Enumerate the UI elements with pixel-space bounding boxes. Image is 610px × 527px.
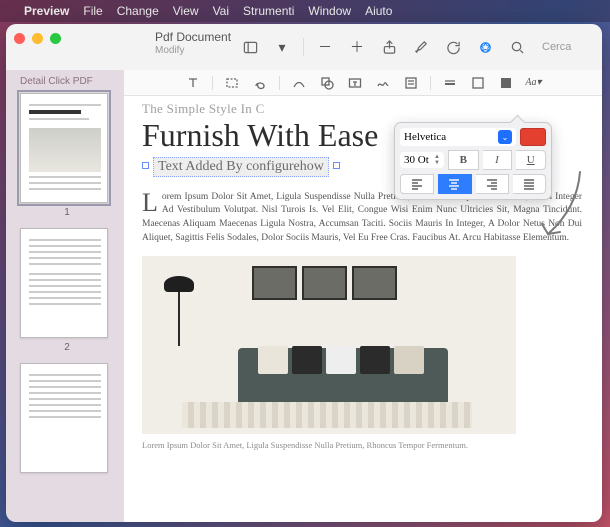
photo-caption: Lorem Ipsum Dolor Sit Amet, Ligula Suspe… bbox=[142, 440, 582, 450]
text-select-tool[interactable] bbox=[181, 73, 205, 93]
markup-toolbar-button[interactable] bbox=[470, 34, 500, 60]
close-window-button[interactable] bbox=[14, 33, 25, 44]
menu-vai[interactable]: Vai bbox=[213, 4, 229, 18]
article-photo bbox=[142, 256, 516, 434]
text-tool[interactable] bbox=[343, 73, 367, 93]
border-color-tool[interactable] bbox=[466, 73, 490, 93]
markup-toolbar: Aa▾ bbox=[124, 70, 602, 96]
text-style-popover: Helvetica ⌄ 30 Ot ▲▼ B I U bbox=[394, 122, 552, 200]
page-thumbnail-2[interactable] bbox=[20, 228, 108, 338]
rotate-button[interactable] bbox=[438, 34, 468, 60]
sidebar-toggle-button[interactable] bbox=[235, 34, 265, 60]
view-mode-button[interactable]: ▾ bbox=[267, 34, 297, 60]
italic-button[interactable]: I bbox=[483, 150, 513, 170]
font-size-stepper[interactable]: 30 Ot ▲▼ bbox=[400, 152, 444, 168]
document-area[interactable]: Aa▾ The Simple Style In C Furnish With E… bbox=[124, 70, 602, 522]
sidebar-label: Detail Click PDF bbox=[20, 76, 114, 87]
align-left-button[interactable] bbox=[400, 174, 434, 194]
thumbnails-sidebar: Detail Click PDF 1 2 bbox=[6, 70, 124, 522]
page-thumbnail-1[interactable] bbox=[20, 93, 108, 203]
share-button[interactable] bbox=[374, 34, 404, 60]
align-center-button[interactable] bbox=[438, 174, 471, 194]
zoom-in-button[interactable]: ＋ bbox=[342, 34, 372, 60]
underline-button[interactable]: U bbox=[516, 150, 546, 170]
align-justify-button[interactable] bbox=[513, 174, 546, 194]
system-menubar: Preview File Change View Vai Strumenti W… bbox=[0, 0, 610, 22]
page-number-1: 1 bbox=[20, 207, 114, 218]
align-right-button[interactable] bbox=[476, 174, 509, 194]
text-selection-handle-left[interactable] bbox=[142, 162, 149, 169]
chevron-down-icon: ⌄ bbox=[498, 130, 512, 144]
search-field[interactable]: Cerca bbox=[534, 38, 594, 56]
zoom-out-button[interactable]: － bbox=[310, 34, 340, 60]
fill-color-tool[interactable] bbox=[494, 73, 518, 93]
added-text-annotation[interactable]: Text Added By configurehow bbox=[153, 157, 329, 177]
text-style-tool[interactable]: Aa▾ bbox=[522, 73, 546, 93]
menu-view[interactable]: View bbox=[173, 4, 199, 18]
lasso-tool[interactable] bbox=[248, 73, 272, 93]
note-tool[interactable] bbox=[399, 73, 423, 93]
menu-aiuto[interactable]: Aiuto bbox=[365, 4, 392, 18]
highlight-button[interactable] bbox=[406, 34, 436, 60]
app-menu[interactable]: Preview bbox=[24, 4, 69, 18]
toolbar-divider bbox=[303, 38, 304, 56]
page-number-2: 2 bbox=[20, 342, 114, 353]
page-thumbnail-3[interactable] bbox=[20, 363, 108, 473]
search-icon[interactable] bbox=[502, 34, 532, 60]
menu-window[interactable]: Window bbox=[308, 4, 351, 18]
font-family-value: Helvetica bbox=[404, 131, 446, 143]
line-style-tool[interactable] bbox=[438, 73, 462, 93]
article-subtitle: The Simple Style In C bbox=[142, 102, 582, 115]
menu-strumenti[interactable]: Strumenti bbox=[243, 4, 294, 18]
text-selection-handle-right[interactable] bbox=[333, 162, 340, 169]
minimize-window-button[interactable] bbox=[32, 33, 43, 44]
font-family-select[interactable]: Helvetica ⌄ bbox=[400, 128, 516, 146]
rect-select-tool[interactable] bbox=[220, 73, 244, 93]
zoom-window-button[interactable] bbox=[50, 33, 61, 44]
sign-tool[interactable] bbox=[371, 73, 395, 93]
shapes-tool[interactable] bbox=[315, 73, 339, 93]
preview-window: Pdf Document Modify ▾ － ＋ Cerca De bbox=[6, 24, 602, 522]
text-color-swatch[interactable] bbox=[520, 128, 546, 146]
sketch-tool[interactable] bbox=[287, 73, 311, 93]
menu-file[interactable]: File bbox=[83, 4, 102, 18]
menu-change[interactable]: Change bbox=[117, 4, 159, 18]
bold-button[interactable]: B bbox=[448, 150, 479, 170]
window-toolbar: ▾ － ＋ Cerca bbox=[235, 26, 594, 68]
